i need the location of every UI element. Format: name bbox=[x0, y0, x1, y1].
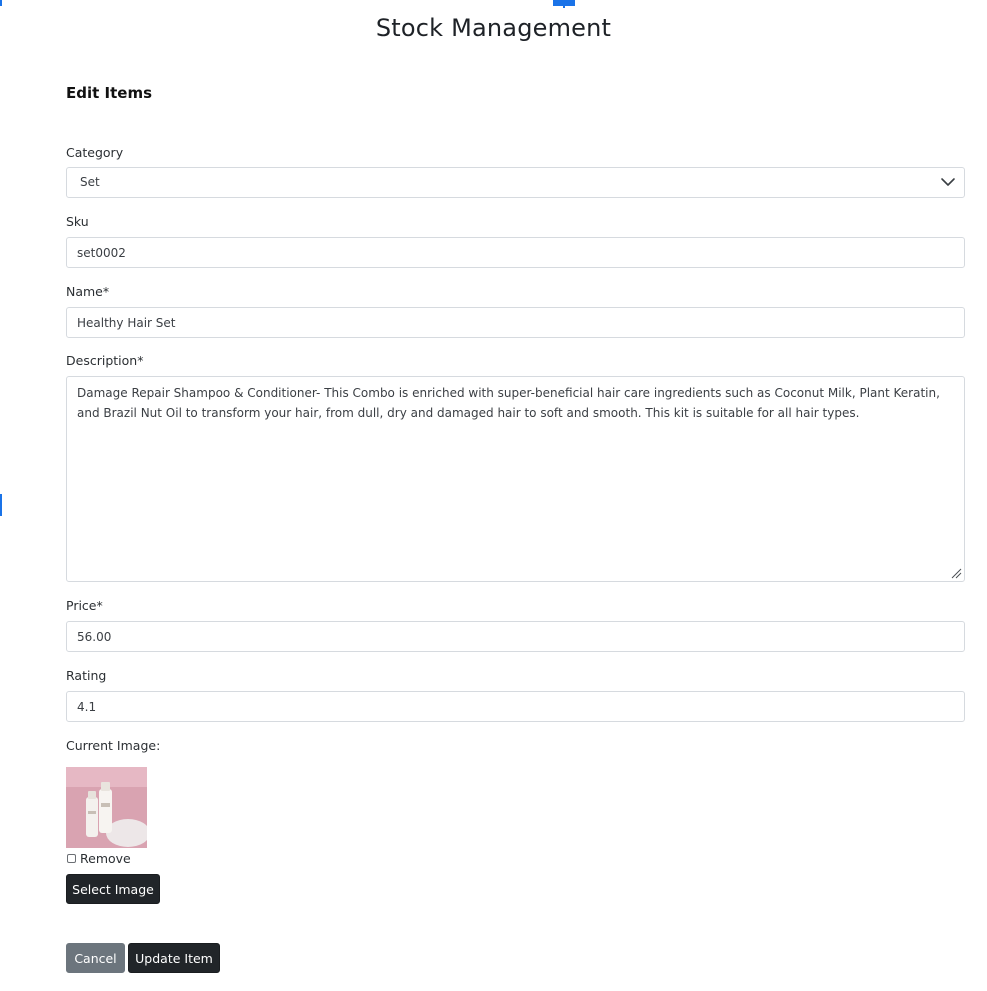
sku-label: Sku bbox=[66, 214, 89, 229]
remove-image-checkbox[interactable] bbox=[67, 854, 76, 863]
category-value: Set bbox=[80, 175, 100, 189]
edge-marker bbox=[0, 494, 2, 516]
cancel-button[interactable]: Cancel bbox=[66, 943, 125, 973]
rating-label: Rating bbox=[66, 668, 107, 683]
edge-marker bbox=[553, 0, 575, 8]
description-label: Description* bbox=[66, 353, 144, 368]
description-textarea[interactable]: Damage Repair Shampoo & Conditioner- Thi… bbox=[66, 376, 965, 582]
edge-marker bbox=[0, 0, 2, 6]
category-label: Category bbox=[66, 145, 124, 160]
description-text: Damage Repair Shampoo & Conditioner- Thi… bbox=[77, 386, 940, 420]
price-input[interactable] bbox=[66, 621, 965, 652]
select-image-button[interactable]: Select Image bbox=[66, 874, 160, 904]
price-label: Price* bbox=[66, 598, 103, 613]
current-image-label: Current Image: bbox=[66, 738, 161, 753]
page-title: Stock Management bbox=[375, 14, 612, 42]
page: Stock Management Edit Items Category Set… bbox=[0, 0, 987, 991]
section-title: Edit Items bbox=[66, 84, 153, 102]
remove-image-label: Remove bbox=[80, 851, 131, 866]
rating-input[interactable] bbox=[66, 691, 965, 722]
name-label: Name* bbox=[66, 284, 110, 299]
update-item-button[interactable]: Update Item bbox=[128, 943, 220, 973]
resize-grip-icon[interactable] bbox=[950, 567, 962, 579]
sku-input[interactable] bbox=[66, 237, 965, 268]
name-input[interactable] bbox=[66, 307, 965, 338]
chevron-down-icon bbox=[941, 178, 955, 186]
category-select[interactable]: Set bbox=[66, 167, 965, 198]
remove-image-row[interactable]: Remove bbox=[66, 851, 131, 866]
product-image bbox=[66, 767, 147, 848]
